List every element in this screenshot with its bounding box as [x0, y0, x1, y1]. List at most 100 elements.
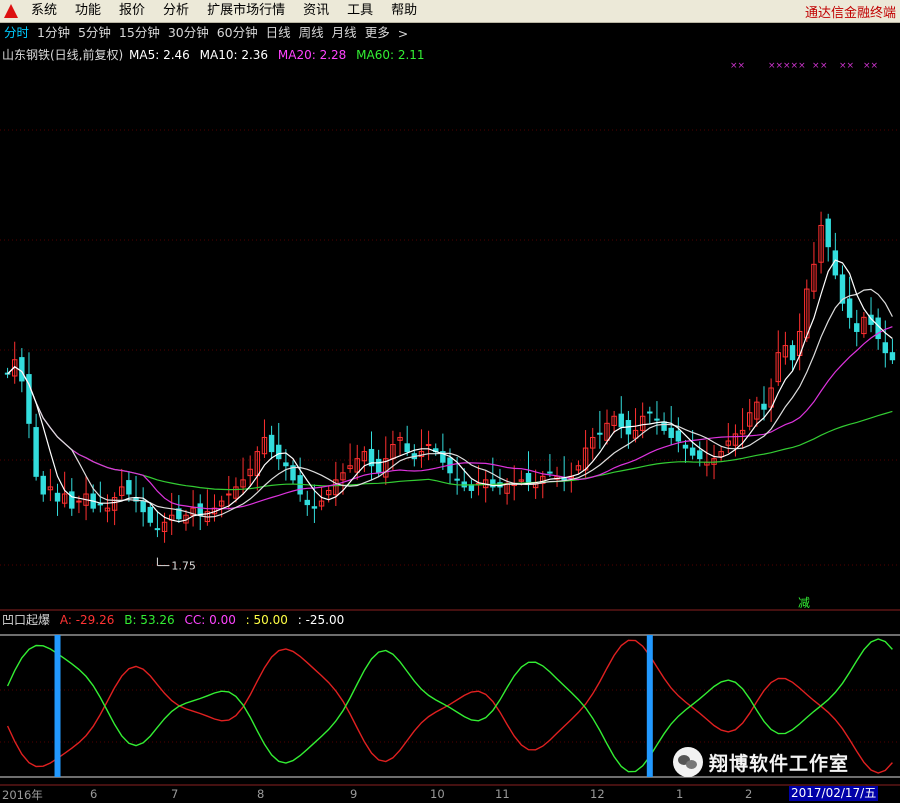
- ma5-value: MA5: 2.46: [129, 48, 190, 62]
- candle: [190, 490, 196, 527]
- period-5min[interactable]: 5分钟: [74, 23, 115, 43]
- candle: [825, 213, 831, 262]
- period-1min[interactable]: 1分钟: [33, 23, 74, 43]
- candle-body: [33, 427, 39, 477]
- indicator-panel-info: 凹口起爆 A: -29.26 B: 53.26 CC: 0.00 : 50.00…: [2, 611, 350, 628]
- stock-title: 山东钢铁(日线,前复权): [2, 48, 124, 62]
- x-label-jun: 6: [90, 787, 98, 801]
- candle-body: [69, 491, 75, 509]
- candle-body: [525, 473, 532, 484]
- candle-body: [661, 421, 667, 431]
- candle: [882, 320, 889, 368]
- candle: [47, 468, 54, 502]
- candle: [204, 489, 211, 526]
- menu-extended-market[interactable]: 扩展市场行情: [198, 0, 294, 22]
- candle-body: [597, 432, 603, 435]
- menu-tools[interactable]: 工具: [338, 0, 382, 22]
- signal-marker: ××: [730, 61, 745, 71]
- x-label-aug: 8: [257, 787, 265, 801]
- candle: [154, 510, 161, 538]
- menu-bar: 系统 功能 报价 分析 扩展市场行情 资讯 工具 帮助 通达信金融终端: [0, 0, 900, 23]
- candle: [732, 424, 739, 457]
- candle: [254, 446, 261, 491]
- candle: [647, 406, 653, 425]
- candle-body: [547, 471, 553, 474]
- signal-label: 减: [798, 596, 810, 610]
- app-logo-icon[interactable]: [0, 0, 22, 22]
- candle: [868, 297, 874, 333]
- candle: [440, 433, 446, 470]
- candle: [26, 352, 32, 439]
- signal-marker: ×××: [783, 61, 806, 71]
- indicator-highlight-bar: [54, 635, 61, 777]
- candle: [304, 490, 310, 516]
- period-monthly[interactable]: 月线: [328, 23, 361, 43]
- x-label-sep: 9: [350, 787, 358, 801]
- candle: [675, 417, 682, 453]
- menu-system[interactable]: 系统: [22, 0, 66, 22]
- period-60min[interactable]: 60分钟: [213, 23, 262, 43]
- indicator-cc-value: CC: 0.00: [184, 613, 236, 627]
- candlestick-series: [4, 211, 896, 543]
- candle: [861, 312, 867, 338]
- kline-chart[interactable]: 1.75减×× ×× ××× × × ×× ××: [0, 44, 900, 802]
- period-daily[interactable]: 日线: [262, 23, 295, 43]
- period-more[interactable]: 更多: [361, 23, 394, 43]
- candle: [547, 454, 553, 478]
- candle: [290, 460, 296, 485]
- candle-body: [283, 462, 289, 467]
- menu-news[interactable]: 资讯: [294, 0, 338, 22]
- candle: [168, 492, 175, 535]
- period-15min[interactable]: 15分钟: [115, 23, 164, 43]
- candle-body: [97, 503, 104, 506]
- candle: [390, 430, 396, 470]
- x-label-year: 2016年: [2, 788, 43, 802]
- candle: [482, 470, 489, 503]
- chevron-right-icon[interactable]: >: [394, 26, 408, 41]
- candle: [268, 425, 275, 460]
- indicator-a-value: A: -29.26: [59, 613, 115, 627]
- candle: [704, 439, 710, 477]
- wechat-icon: [673, 747, 703, 777]
- chart-area[interactable]: 1.75 减 ×× ×× ××× × × ×× ××: [0, 44, 900, 802]
- candle: [889, 338, 896, 364]
- indicator-name: 凹口起爆: [2, 613, 51, 627]
- candle-body: [375, 458, 382, 474]
- candle-body: [468, 484, 475, 491]
- candle-body: [789, 345, 796, 361]
- menu-analysis[interactable]: 分析: [154, 0, 198, 22]
- candle: [746, 398, 753, 431]
- candle-body: [311, 506, 318, 509]
- candle: [775, 330, 781, 386]
- candle: [297, 457, 303, 502]
- period-weekly[interactable]: 周线: [295, 23, 328, 43]
- candle: [597, 410, 603, 449]
- period-intraday[interactable]: 分时: [0, 23, 33, 43]
- candle: [568, 462, 575, 493]
- low-price-label: 1.75: [171, 560, 196, 573]
- candle: [425, 430, 432, 461]
- period-30min[interactable]: 30分钟: [164, 23, 213, 43]
- candle: [661, 412, 667, 435]
- menu-help[interactable]: 帮助: [382, 0, 426, 22]
- candle: [611, 410, 617, 434]
- ma10-value: MA10: 2.36: [199, 48, 269, 62]
- candle: [475, 465, 482, 496]
- candle-body: [76, 500, 82, 503]
- candle-body: [147, 506, 154, 523]
- ma20-value: MA20: 2.28: [277, 48, 347, 62]
- candle: [782, 331, 789, 365]
- candle-body: [140, 500, 146, 513]
- x-label-feb: 2: [745, 787, 753, 801]
- menu-quote[interactable]: 报价: [110, 0, 154, 22]
- watermark-text: 翔博软件工作室: [709, 752, 850, 775]
- candle-body: [268, 434, 275, 453]
- app-brand-title: 通达信金融终端: [804, 5, 896, 21]
- candle-body: [675, 430, 682, 442]
- signal-marker: ××: [863, 61, 878, 71]
- candle-body: [875, 317, 881, 340]
- candle: [11, 341, 18, 384]
- candle-body: [846, 298, 853, 318]
- menu-function[interactable]: 功能: [66, 0, 110, 22]
- candle: [176, 495, 182, 523]
